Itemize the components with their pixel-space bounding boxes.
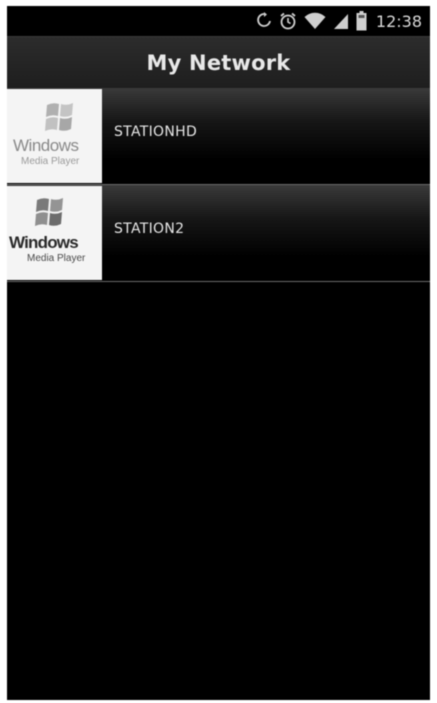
- phone-screen: 12:38 My Network Windows Media Player ST…: [7, 6, 430, 700]
- status-time: 12:38: [375, 11, 422, 31]
- svg-text:Media Player: Media Player: [27, 253, 86, 264]
- device-name: STATIONHD: [114, 124, 198, 140]
- status-icons: 12:38: [256, 10, 422, 32]
- app-title-bar: My Network: [7, 36, 430, 90]
- signal-icon: [333, 12, 349, 30]
- svg-text:Windows: Windows: [13, 136, 78, 155]
- status-bar: 12:38: [7, 6, 430, 36]
- svg-text:Windows: Windows: [9, 233, 78, 252]
- page-title: My Network: [146, 51, 291, 75]
- device-list: Windows Media Player STATIONHD Windows M…: [7, 88, 430, 282]
- device-name: STATION2: [114, 221, 185, 237]
- alarm-icon: [279, 12, 297, 30]
- sync-icon: [256, 12, 272, 30]
- wifi-icon: [304, 12, 326, 30]
- windows-media-player-icon: Windows Media Player: [7, 186, 102, 280]
- svg-text:Media Player: Media Player: [21, 156, 80, 167]
- windows-media-player-icon: Windows Media Player: [7, 89, 102, 183]
- device-row-stationhd[interactable]: Windows Media Player STATIONHD: [7, 88, 430, 185]
- device-row-station2[interactable]: Windows Media Player STATION2: [7, 185, 430, 282]
- battery-icon: [356, 11, 367, 31]
